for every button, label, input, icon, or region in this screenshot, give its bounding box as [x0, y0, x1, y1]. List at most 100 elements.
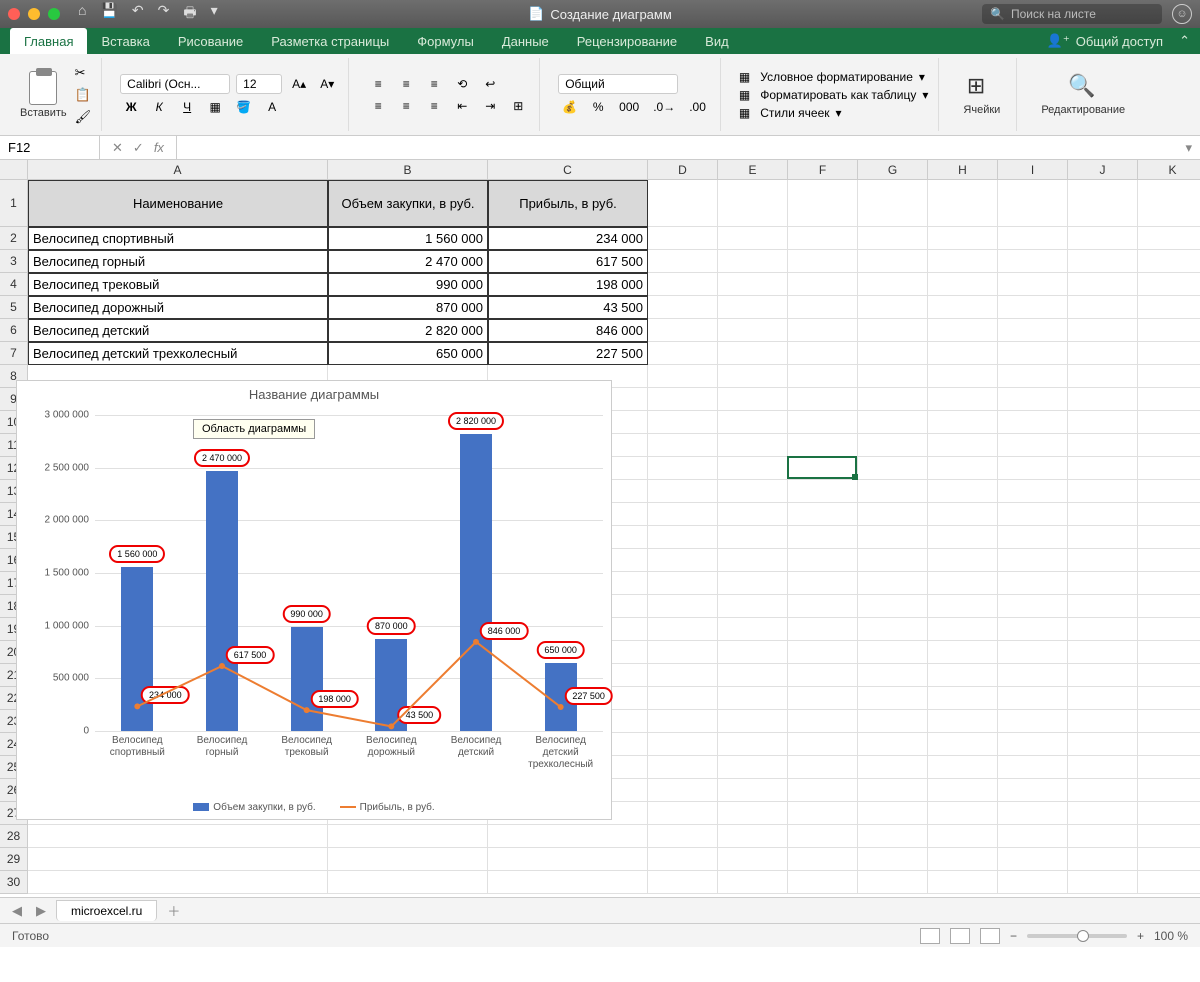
cell[interactable] [858, 871, 928, 894]
cell[interactable] [1068, 572, 1138, 595]
cell[interactable] [858, 434, 928, 457]
cell[interactable] [1068, 687, 1138, 710]
cell[interactable] [718, 526, 788, 549]
cell[interactable] [648, 664, 718, 687]
cell[interactable] [648, 434, 718, 457]
cell[interactable]: Велосипед трековый [28, 273, 328, 296]
conditional-format-button[interactable]: Условное форматирование [760, 70, 913, 84]
cell[interactable] [788, 250, 858, 273]
cell[interactable]: 43 500 [488, 296, 648, 319]
cell[interactable] [928, 526, 998, 549]
wrap-text-icon[interactable]: ↩ [479, 75, 501, 93]
cell[interactable] [488, 871, 648, 894]
cell[interactable] [1138, 733, 1200, 756]
chart[interactable]: Название диаграммы Область диаграммы 050… [16, 380, 612, 820]
cell[interactable] [1138, 503, 1200, 526]
cell[interactable] [788, 342, 858, 365]
font-size-select[interactable]: 12 [236, 74, 282, 94]
cell[interactable] [648, 825, 718, 848]
bold-button[interactable]: Ж [120, 98, 142, 116]
cell[interactable] [1138, 480, 1200, 503]
cell[interactable] [648, 572, 718, 595]
cell[interactable] [648, 618, 718, 641]
cell[interactable] [928, 180, 998, 227]
cell[interactable] [718, 296, 788, 319]
cell[interactable]: 198 000 [488, 273, 648, 296]
cell[interactable] [328, 825, 488, 848]
cell[interactable] [1138, 319, 1200, 342]
cell[interactable] [928, 710, 998, 733]
cell[interactable] [1138, 549, 1200, 572]
cell[interactable] [858, 641, 928, 664]
cell[interactable] [718, 618, 788, 641]
cell[interactable]: 650 000 [328, 342, 488, 365]
cell[interactable] [928, 825, 998, 848]
cell[interactable] [328, 848, 488, 871]
cell[interactable] [998, 250, 1068, 273]
cell[interactable] [998, 641, 1068, 664]
cell[interactable] [998, 595, 1068, 618]
cell[interactable] [718, 411, 788, 434]
cell[interactable] [1068, 664, 1138, 687]
column-headers[interactable]: ABCDEFGHIJK [28, 160, 1200, 180]
chart-plot-area[interactable]: 0500 0001 000 0001 500 0002 000 0002 500… [95, 415, 603, 731]
normal-view-icon[interactable] [920, 928, 940, 944]
cell[interactable] [788, 618, 858, 641]
add-sheet-icon[interactable]: ＋ [163, 901, 184, 920]
cell[interactable] [788, 388, 858, 411]
cell[interactable] [1068, 227, 1138, 250]
formula-input[interactable] [177, 136, 1178, 159]
cell[interactable] [928, 595, 998, 618]
cell[interactable] [648, 480, 718, 503]
cell[interactable]: Велосипед детский трехколесный [28, 342, 328, 365]
cell[interactable] [928, 296, 998, 319]
copy-icon[interactable]: 📋 [75, 87, 92, 103]
col-header-C[interactable]: C [488, 160, 648, 180]
cell[interactable] [488, 848, 648, 871]
col-header-A[interactable]: A [28, 160, 328, 180]
cell[interactable] [718, 572, 788, 595]
cell[interactable] [1068, 710, 1138, 733]
cell[interactable] [1068, 756, 1138, 779]
cell[interactable] [858, 250, 928, 273]
chart-legend[interactable]: Объем закупки, в руб. Прибыль, в руб. [17, 802, 611, 813]
cell[interactable] [928, 779, 998, 802]
cell[interactable] [28, 848, 328, 871]
row-header-1[interactable]: 1 [0, 180, 28, 227]
cell[interactable] [718, 365, 788, 388]
cell[interactable] [1068, 480, 1138, 503]
cell[interactable] [648, 733, 718, 756]
cell[interactable]: Велосипед дорожный [28, 296, 328, 319]
cell[interactable] [858, 180, 928, 227]
cell[interactable] [1068, 641, 1138, 664]
cell[interactable] [718, 848, 788, 871]
legend-series-1[interactable]: Объем закупки, в руб. [193, 802, 315, 813]
cell[interactable] [858, 342, 928, 365]
cell[interactable] [718, 687, 788, 710]
sheet-tab-1[interactable]: microexcel.ru [56, 900, 157, 921]
cell[interactable] [1068, 618, 1138, 641]
cell[interactable] [1068, 342, 1138, 365]
cell[interactable]: 2 820 000 [328, 319, 488, 342]
cell[interactable] [998, 848, 1068, 871]
cell[interactable] [858, 595, 928, 618]
row-header-7[interactable]: 7 [0, 342, 28, 365]
cell[interactable] [1068, 273, 1138, 296]
cell[interactable] [648, 342, 718, 365]
cell[interactable] [998, 825, 1068, 848]
cell[interactable] [788, 595, 858, 618]
cell[interactable] [718, 802, 788, 825]
cell[interactable] [998, 480, 1068, 503]
cell[interactable]: 1 560 000 [328, 227, 488, 250]
cell[interactable] [648, 549, 718, 572]
cell[interactable] [928, 342, 998, 365]
cell[interactable] [928, 273, 998, 296]
cell[interactable] [998, 664, 1068, 687]
cell[interactable] [928, 480, 998, 503]
cell[interactable] [718, 825, 788, 848]
cell[interactable] [788, 180, 858, 227]
col-header-J[interactable]: J [1068, 160, 1138, 180]
cell[interactable] [1138, 687, 1200, 710]
cell[interactable] [648, 296, 718, 319]
cut-icon[interactable]: ✂ [75, 65, 92, 81]
